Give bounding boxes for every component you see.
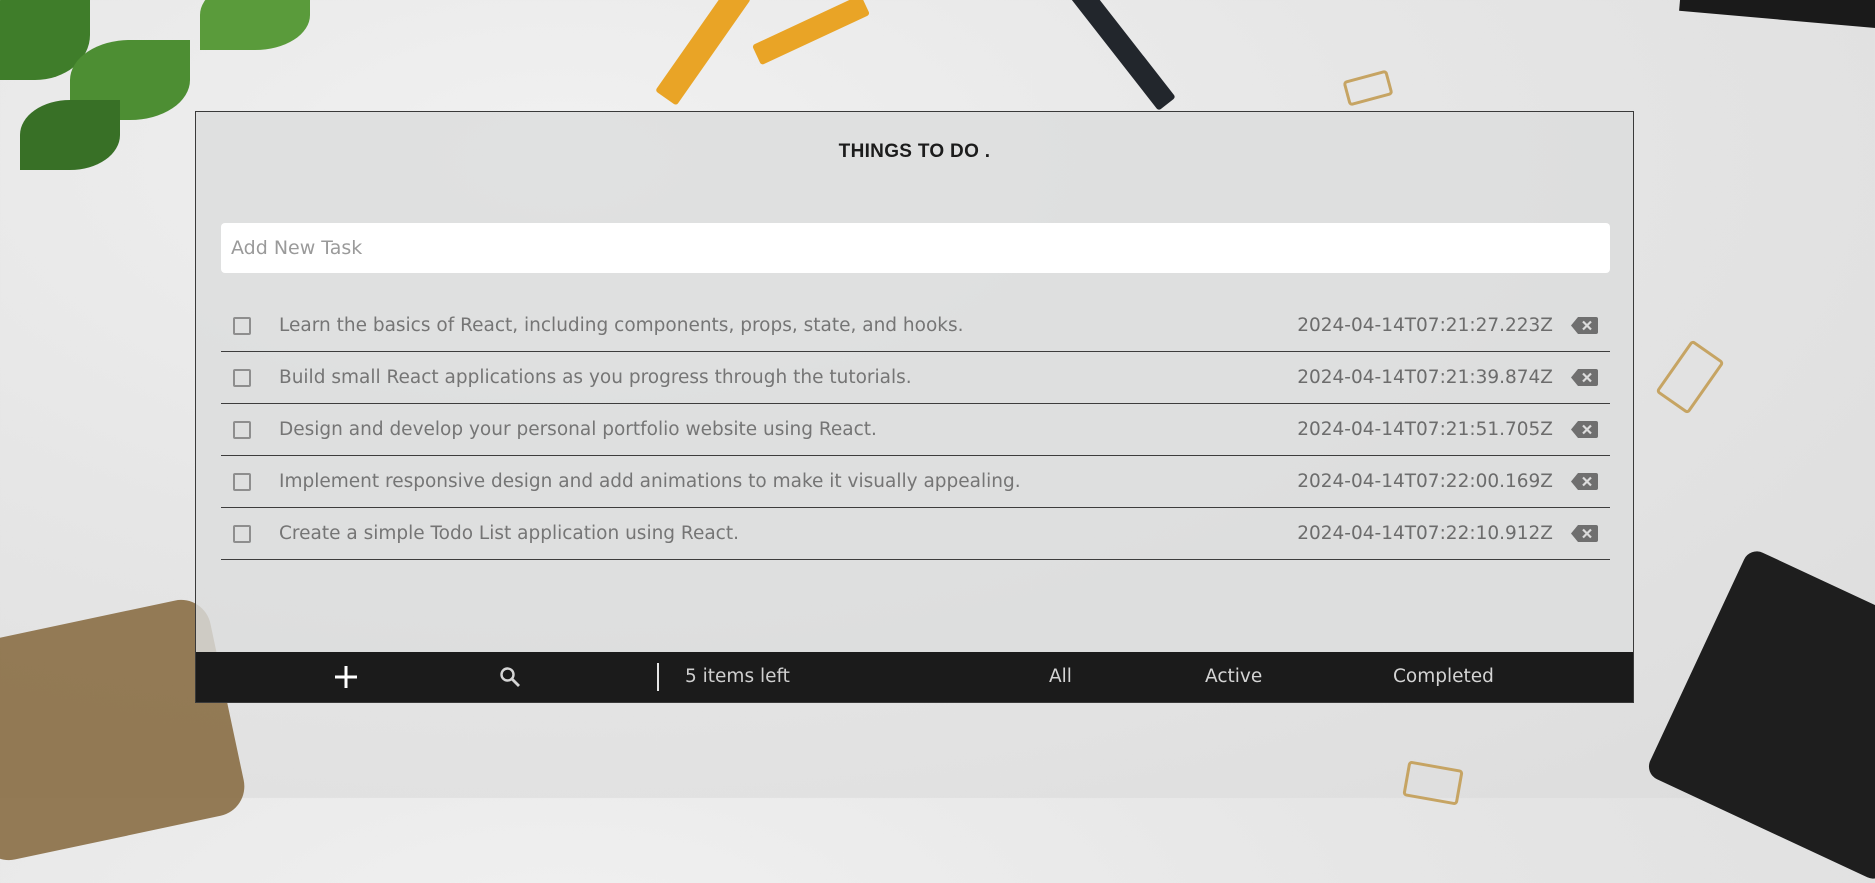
clip-tray-image xyxy=(1644,546,1875,883)
delete-icon[interactable] xyxy=(1571,317,1598,334)
todo-checkbox[interactable] xyxy=(233,524,251,543)
paperclip-image xyxy=(1655,339,1725,415)
todo-timestamp: 2024-04-14T07:22:10.912Z xyxy=(1297,523,1553,544)
todo-text: Learn the basics of React, including com… xyxy=(279,315,964,336)
todo-checkbox[interactable] xyxy=(233,316,251,335)
dark-object-image xyxy=(1679,0,1875,30)
footer-divider xyxy=(657,663,659,691)
todo-item: Implement responsive design and add anim… xyxy=(221,456,1610,508)
page-title: THINGS TO DO . xyxy=(838,141,991,162)
new-task-input[interactable] xyxy=(221,223,1610,273)
filter-active-button[interactable]: Active xyxy=(1205,652,1262,702)
filter-completed-button[interactable]: Completed xyxy=(1393,652,1494,702)
delete-icon[interactable] xyxy=(1571,525,1598,542)
delete-icon[interactable] xyxy=(1571,421,1598,438)
filter-all-button[interactable]: All xyxy=(1049,652,1072,702)
todo-item: Learn the basics of React, including com… xyxy=(221,300,1610,352)
paperclip-image xyxy=(1342,69,1394,107)
todo-timestamp: 2024-04-14T07:21:27.223Z xyxy=(1297,315,1553,336)
plus-icon[interactable] xyxy=(332,663,360,691)
todo-timestamp: 2024-04-14T07:21:51.705Z xyxy=(1297,419,1553,440)
delete-icon[interactable] xyxy=(1571,369,1598,386)
pencil-image xyxy=(655,0,751,106)
todo-checkbox[interactable] xyxy=(233,420,251,439)
paperclip-image xyxy=(1402,760,1464,806)
todo-item: Create a simple Todo List application us… xyxy=(221,508,1610,560)
todo-timestamp: 2024-04-14T07:22:00.169Z xyxy=(1297,471,1553,492)
todo-item: Build small React applications as you pr… xyxy=(221,352,1610,404)
items-left-count: 5 items left xyxy=(685,666,790,687)
delete-icon[interactable] xyxy=(1571,473,1598,490)
todo-app-panel: THINGS TO DO . Learn the basics of React… xyxy=(195,111,1634,703)
pencil-image xyxy=(1066,0,1176,111)
todo-text: Create a simple Todo List application us… xyxy=(279,523,739,544)
plant-leaf-image xyxy=(20,100,120,170)
pencil-image xyxy=(751,0,871,66)
todo-item: Design and develop your personal portfol… xyxy=(221,404,1610,456)
todo-text: Implement responsive design and add anim… xyxy=(279,471,1021,492)
todo-list: Learn the basics of React, including com… xyxy=(221,300,1610,560)
todo-checkbox[interactable] xyxy=(233,472,251,491)
todo-text: Build small React applications as you pr… xyxy=(279,367,912,388)
footer-bar: 5 items left All Active Completed xyxy=(196,652,1633,702)
search-icon[interactable] xyxy=(499,666,521,688)
todo-timestamp: 2024-04-14T07:21:39.874Z xyxy=(1297,367,1553,388)
plant-leaf-image xyxy=(200,0,310,50)
todo-checkbox[interactable] xyxy=(233,368,251,387)
todo-text: Design and develop your personal portfol… xyxy=(279,419,877,440)
